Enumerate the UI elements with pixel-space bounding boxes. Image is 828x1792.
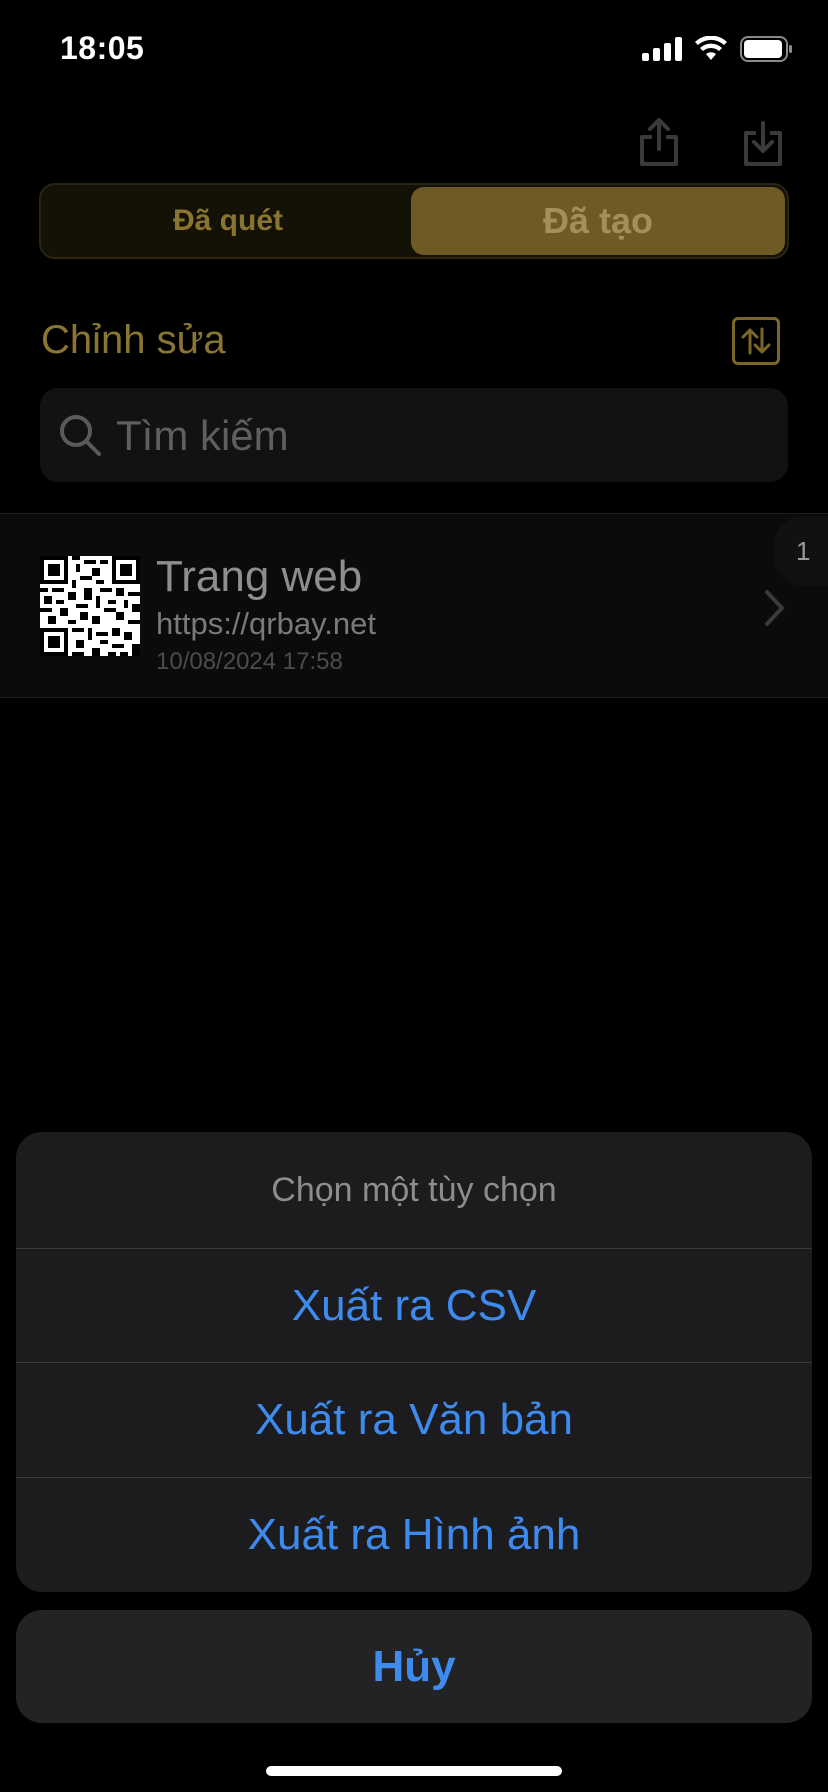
home-indicator[interactable] xyxy=(266,1766,562,1776)
chevron-right-icon xyxy=(765,590,784,626)
action-sheet: Chọn một tùy chọn Xuất ra CSV Xuất ra Vă… xyxy=(16,1132,812,1592)
list-item[interactable]: Trang web https://qrbay.net 10/08/2024 1… xyxy=(0,513,828,698)
edit-button[interactable]: Chỉnh sửa xyxy=(41,318,226,363)
share-button[interactable] xyxy=(633,116,685,168)
search-bar xyxy=(40,388,788,484)
export-image-button[interactable]: Xuất ra Hình ảnh xyxy=(16,1477,812,1592)
share-icon xyxy=(640,118,678,166)
sort-arrows-icon xyxy=(741,327,771,355)
wifi-icon xyxy=(695,36,727,60)
index-badge[interactable]: 1 xyxy=(774,516,828,586)
sort-button[interactable] xyxy=(732,317,780,365)
segmented-control: Đã quét Đã tạo xyxy=(39,183,789,259)
cancel-button[interactable]: Hủy xyxy=(16,1610,812,1723)
download-icon xyxy=(744,121,782,166)
battery-icon xyxy=(740,36,792,62)
download-button[interactable] xyxy=(737,116,789,168)
qr-code-thumbnail xyxy=(40,556,140,656)
screen: 18:05 Đã quét Đã tạo Chỉnh sửa Tìm kiếm … xyxy=(0,0,828,1792)
signal-icon xyxy=(642,37,682,61)
search-input[interactable] xyxy=(114,388,768,484)
search-icon xyxy=(60,415,101,456)
action-sheet-title: Chọn một tùy chọn xyxy=(271,1170,557,1209)
tab-scanned[interactable]: Đã quét xyxy=(43,187,413,255)
status-time: 18:05 xyxy=(60,30,145,66)
item-date: 10/08/2024 17:58 xyxy=(156,648,343,675)
export-csv-button[interactable]: Xuất ra CSV xyxy=(16,1248,812,1362)
export-text-button[interactable]: Xuất ra Văn bản xyxy=(16,1362,812,1476)
status-bar: 18:05 xyxy=(0,0,828,100)
status-icons xyxy=(642,36,794,62)
item-title: Trang web xyxy=(156,552,363,601)
tab-created[interactable]: Đã tạo xyxy=(411,187,785,255)
item-url: https://qrbay.net xyxy=(156,606,376,641)
